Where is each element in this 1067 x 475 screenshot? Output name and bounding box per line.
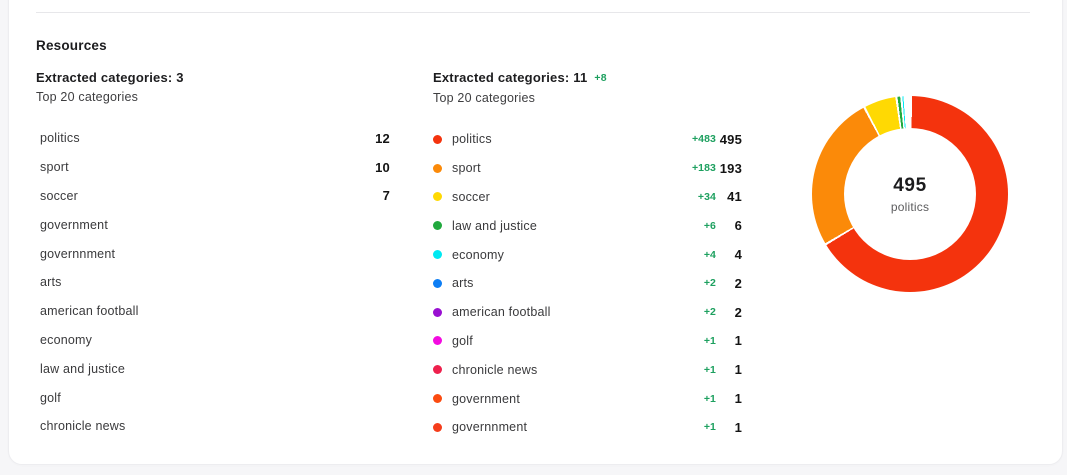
- category-delta: +1: [704, 393, 716, 405]
- category-color-dot-icon: [433, 365, 442, 374]
- category-row: law and justice +6 6: [433, 211, 742, 240]
- panel-subtitle: Top 20 categories: [433, 90, 742, 106]
- category-color-dot-icon: [433, 192, 442, 201]
- category-count: 1: [716, 391, 742, 406]
- donut-chart[interactable]: 495 politics: [812, 96, 1008, 292]
- category-row: economy: [36, 326, 390, 355]
- category-count: 4: [716, 247, 742, 262]
- category-label: american football: [452, 305, 551, 319]
- category-count: 495: [716, 132, 742, 147]
- category-label: government: [452, 392, 520, 406]
- page-title: Resources: [36, 38, 107, 53]
- category-label: arts: [452, 276, 474, 290]
- category-label: chronicle news: [40, 419, 125, 433]
- category-row: governnment +1 1: [433, 413, 742, 442]
- category-label: soccer: [452, 190, 490, 204]
- category-label: golf: [40, 391, 61, 405]
- category-label: american football: [40, 304, 139, 318]
- category-color-dot-icon: [433, 394, 442, 403]
- category-color-dot-icon: [433, 308, 442, 317]
- category-count: 2: [716, 276, 742, 291]
- extracted-categories-panel-current: Extracted categories: 11 +8 Top 20 categ…: [433, 70, 742, 442]
- category-color-dot-icon: [433, 135, 442, 144]
- category-count: 41: [716, 189, 742, 204]
- category-color-dot-icon: [433, 279, 442, 288]
- category-row: golf: [36, 383, 390, 412]
- category-label: sport: [452, 161, 481, 175]
- category-color-dot-icon: [433, 250, 442, 259]
- category-delta: +1: [704, 421, 716, 433]
- donut-center-label: politics: [891, 200, 929, 214]
- category-delta: +183: [692, 162, 716, 174]
- category-value: 10: [375, 160, 390, 175]
- category-row: economy +4 4: [433, 240, 742, 269]
- category-count: 1: [716, 333, 742, 348]
- panel-title: Extracted categories: 11 +8: [433, 70, 742, 87]
- category-count: 193: [716, 161, 742, 176]
- category-color-dot-icon: [433, 336, 442, 345]
- category-label: arts: [40, 275, 62, 289]
- category-delta: +4: [704, 249, 716, 261]
- category-color-dot-icon: [433, 423, 442, 432]
- top-divider: [36, 12, 1030, 13]
- category-row: governnment: [36, 239, 390, 268]
- category-row: sport +183 193: [433, 154, 742, 183]
- category-delta: +6: [704, 220, 716, 232]
- category-delta: +483: [692, 133, 716, 145]
- panel-subtitle: Top 20 categories: [36, 89, 390, 105]
- category-color-dot-icon: [433, 164, 442, 173]
- panel-title-delta-badge: +8: [594, 70, 606, 86]
- donut-center: 495 politics: [844, 128, 976, 260]
- panel-title: Extracted categories: 3: [36, 70, 390, 86]
- panel-title-text: Extracted categories: 3: [36, 70, 184, 86]
- panel-title-text: Extracted categories: 11: [433, 70, 587, 86]
- category-label: politics: [452, 132, 492, 146]
- category-row: soccer +34 41: [433, 183, 742, 212]
- category-value: 7: [383, 188, 390, 203]
- category-label: sport: [40, 160, 69, 174]
- category-count: 1: [716, 362, 742, 377]
- category-color-dot-icon: [433, 221, 442, 230]
- category-row: politics 12: [36, 124, 390, 153]
- category-delta: +34: [698, 191, 716, 203]
- category-row: american football +2 2: [433, 298, 742, 327]
- category-row: sport 10: [36, 153, 390, 182]
- category-label: government: [40, 218, 108, 232]
- category-label: law and justice: [40, 362, 125, 376]
- category-delta: +1: [704, 364, 716, 376]
- category-label: soccer: [40, 189, 78, 203]
- category-row: government: [36, 210, 390, 239]
- category-row: arts +2 2: [433, 269, 742, 298]
- category-label: governnment: [40, 247, 115, 261]
- category-label: economy: [40, 333, 92, 347]
- category-row: politics +483 495: [433, 125, 742, 154]
- category-label: politics: [40, 131, 80, 145]
- category-count: 6: [716, 218, 742, 233]
- category-count: 2: [716, 305, 742, 320]
- category-count: 1: [716, 420, 742, 435]
- category-row: chronicle news: [36, 412, 390, 441]
- category-row: american football: [36, 297, 390, 326]
- category-label: golf: [452, 334, 473, 348]
- category-delta: +2: [704, 277, 716, 289]
- category-row: government +1 1: [433, 384, 742, 413]
- category-value: 12: [375, 131, 390, 146]
- category-label: chronicle news: [452, 363, 537, 377]
- category-list-baseline: politics 12 sport 10 soccer 7 government…: [36, 124, 390, 441]
- category-row: golf +1 1: [433, 327, 742, 356]
- category-row: soccer 7: [36, 182, 390, 211]
- donut-center-value: 495: [893, 175, 927, 197]
- category-row: chronicle news +1 1: [433, 355, 742, 384]
- extracted-categories-panel-baseline: Extracted categories: 3 Top 20 categorie…: [36, 70, 390, 441]
- category-delta: +2: [704, 306, 716, 318]
- category-label: law and justice: [452, 219, 537, 233]
- category-delta: +1: [704, 335, 716, 347]
- category-row: arts: [36, 268, 390, 297]
- category-label: economy: [452, 248, 504, 262]
- category-label: governnment: [452, 420, 527, 434]
- category-list-current: politics +483 495 sport +183 193 soccer …: [433, 125, 742, 442]
- category-row: law and justice: [36, 354, 390, 383]
